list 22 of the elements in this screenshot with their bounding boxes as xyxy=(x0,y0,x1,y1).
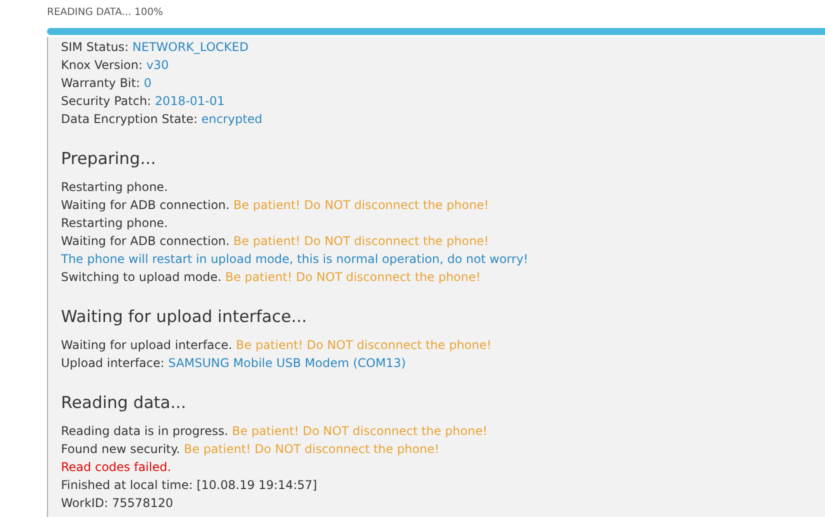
log-line: Finished at local time: [10.08.19 19:14:57] xyxy=(61,477,318,494)
log-line: SIM Status: NETWORK_LOCKED xyxy=(61,39,250,56)
log-line: Security Patch: 2018-01-01 xyxy=(61,93,226,110)
section-heading: Preparing... xyxy=(61,149,157,169)
log-line: Waiting for ADB connection. Be patient! Do NOT disconnect the phone! xyxy=(61,233,490,250)
log-line: The phone will restart in upload mode, this is normal operation, do not worry! xyxy=(61,251,530,268)
log-line: Switching to upload mode. Be patient! Do NOT disconnect the phone! xyxy=(61,269,482,286)
log-line: Waiting for ADB connection. Be patient! Do NOT disconnect the phone! xyxy=(61,197,490,214)
section-heading: Reading data... xyxy=(61,393,188,413)
section-heading: Waiting for upload interface... xyxy=(61,307,308,327)
log-line: Knox Version: v30 xyxy=(61,57,170,74)
log-line: Restarting phone. xyxy=(61,179,169,196)
log-line: Read codes failed. xyxy=(61,459,172,476)
log-line: WorkID: 75578120 xyxy=(61,495,174,512)
progress-label: READING DATA... 100% xyxy=(47,6,164,20)
log-line: Waiting for upload interface. Be patient! Do NOT disconnect the phone! xyxy=(61,337,492,354)
log-line: Restarting phone. xyxy=(61,215,169,232)
log-line: Data Encryption State: encrypted xyxy=(61,111,264,128)
log-line: Upload interface: SAMSUNG Mobile USB Modem (COM13) xyxy=(61,355,407,372)
log-line: Warranty Bit: 0 xyxy=(61,75,152,92)
log-line: Found new security. Be patient! Do NOT disconnect the phone! xyxy=(61,441,440,458)
log-line: Reading data is in progress. Be patient! Do NOT disconnect the phone! xyxy=(61,423,488,440)
